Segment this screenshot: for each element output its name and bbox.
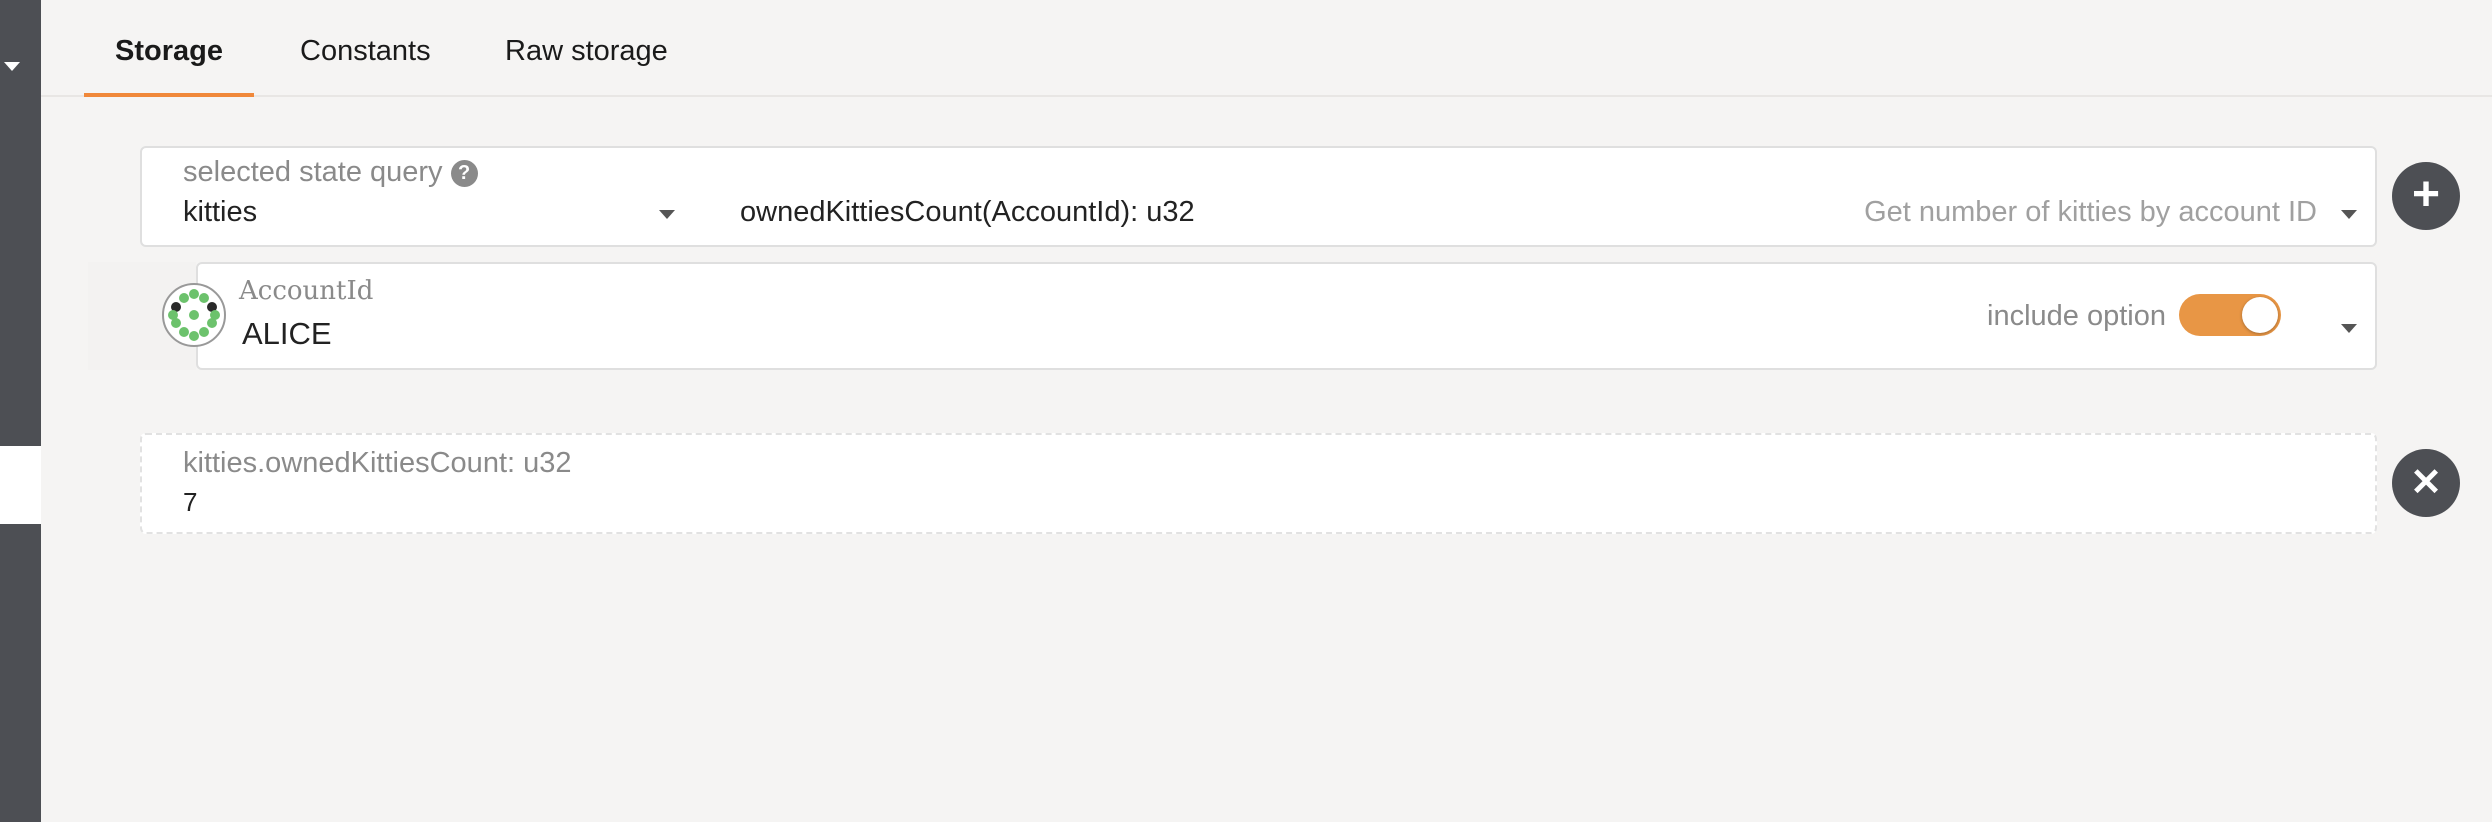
- account-dropdown[interactable]: ALICE: [242, 316, 332, 352]
- query-label: selected state query?: [183, 156, 478, 189]
- tab-bar: Storage Constants Raw storage: [41, 0, 2492, 97]
- tab-raw-storage[interactable]: Raw storage: [505, 30, 668, 93]
- plus-icon: +: [2411, 168, 2441, 221]
- remove-result-button[interactable]: ✕: [2392, 449, 2460, 517]
- include-option-toggle[interactable]: [2179, 294, 2281, 336]
- method-description: Get number of kitties by account ID: [1864, 196, 2317, 228]
- chevron-down-icon[interactable]: [2341, 324, 2357, 333]
- sidebar-lower: [0, 524, 41, 822]
- query-label-text: selected state query: [183, 156, 443, 188]
- account-avatar-icon: [162, 283, 226, 347]
- tab-constants[interactable]: Constants: [300, 30, 431, 93]
- account-id-param: AccountId ALICE include option: [196, 262, 2377, 370]
- question-circle-icon[interactable]: ?: [450, 160, 478, 187]
- chevron-down-icon[interactable]: [659, 210, 675, 219]
- toggle-knob: [2242, 297, 2278, 333]
- method-dropdown[interactable]: ownedKittiesCount(AccountId): u32: [740, 196, 1195, 229]
- close-icon: ✕: [2410, 462, 2442, 504]
- chevron-down-icon[interactable]: [2341, 210, 2357, 219]
- param-label: AccountId: [239, 276, 374, 306]
- sidebar: [0, 0, 41, 446]
- result-value: 7: [183, 487, 198, 517]
- state-query-selector: selected state query? kitties ownedKitti…: [140, 146, 2377, 247]
- result-label: kitties.ownedKittiesCount: u32: [183, 447, 572, 479]
- sidebar-gap: [0, 446, 41, 524]
- add-query-button[interactable]: +: [2392, 162, 2460, 230]
- tab-storage[interactable]: Storage: [84, 30, 254, 97]
- include-option-label: include option: [1987, 300, 2166, 332]
- query-result: kitties.ownedKittiesCount: u32 7: [140, 433, 2377, 534]
- chevron-down-icon[interactable]: [4, 62, 20, 71]
- module-dropdown[interactable]: kitties: [183, 196, 257, 229]
